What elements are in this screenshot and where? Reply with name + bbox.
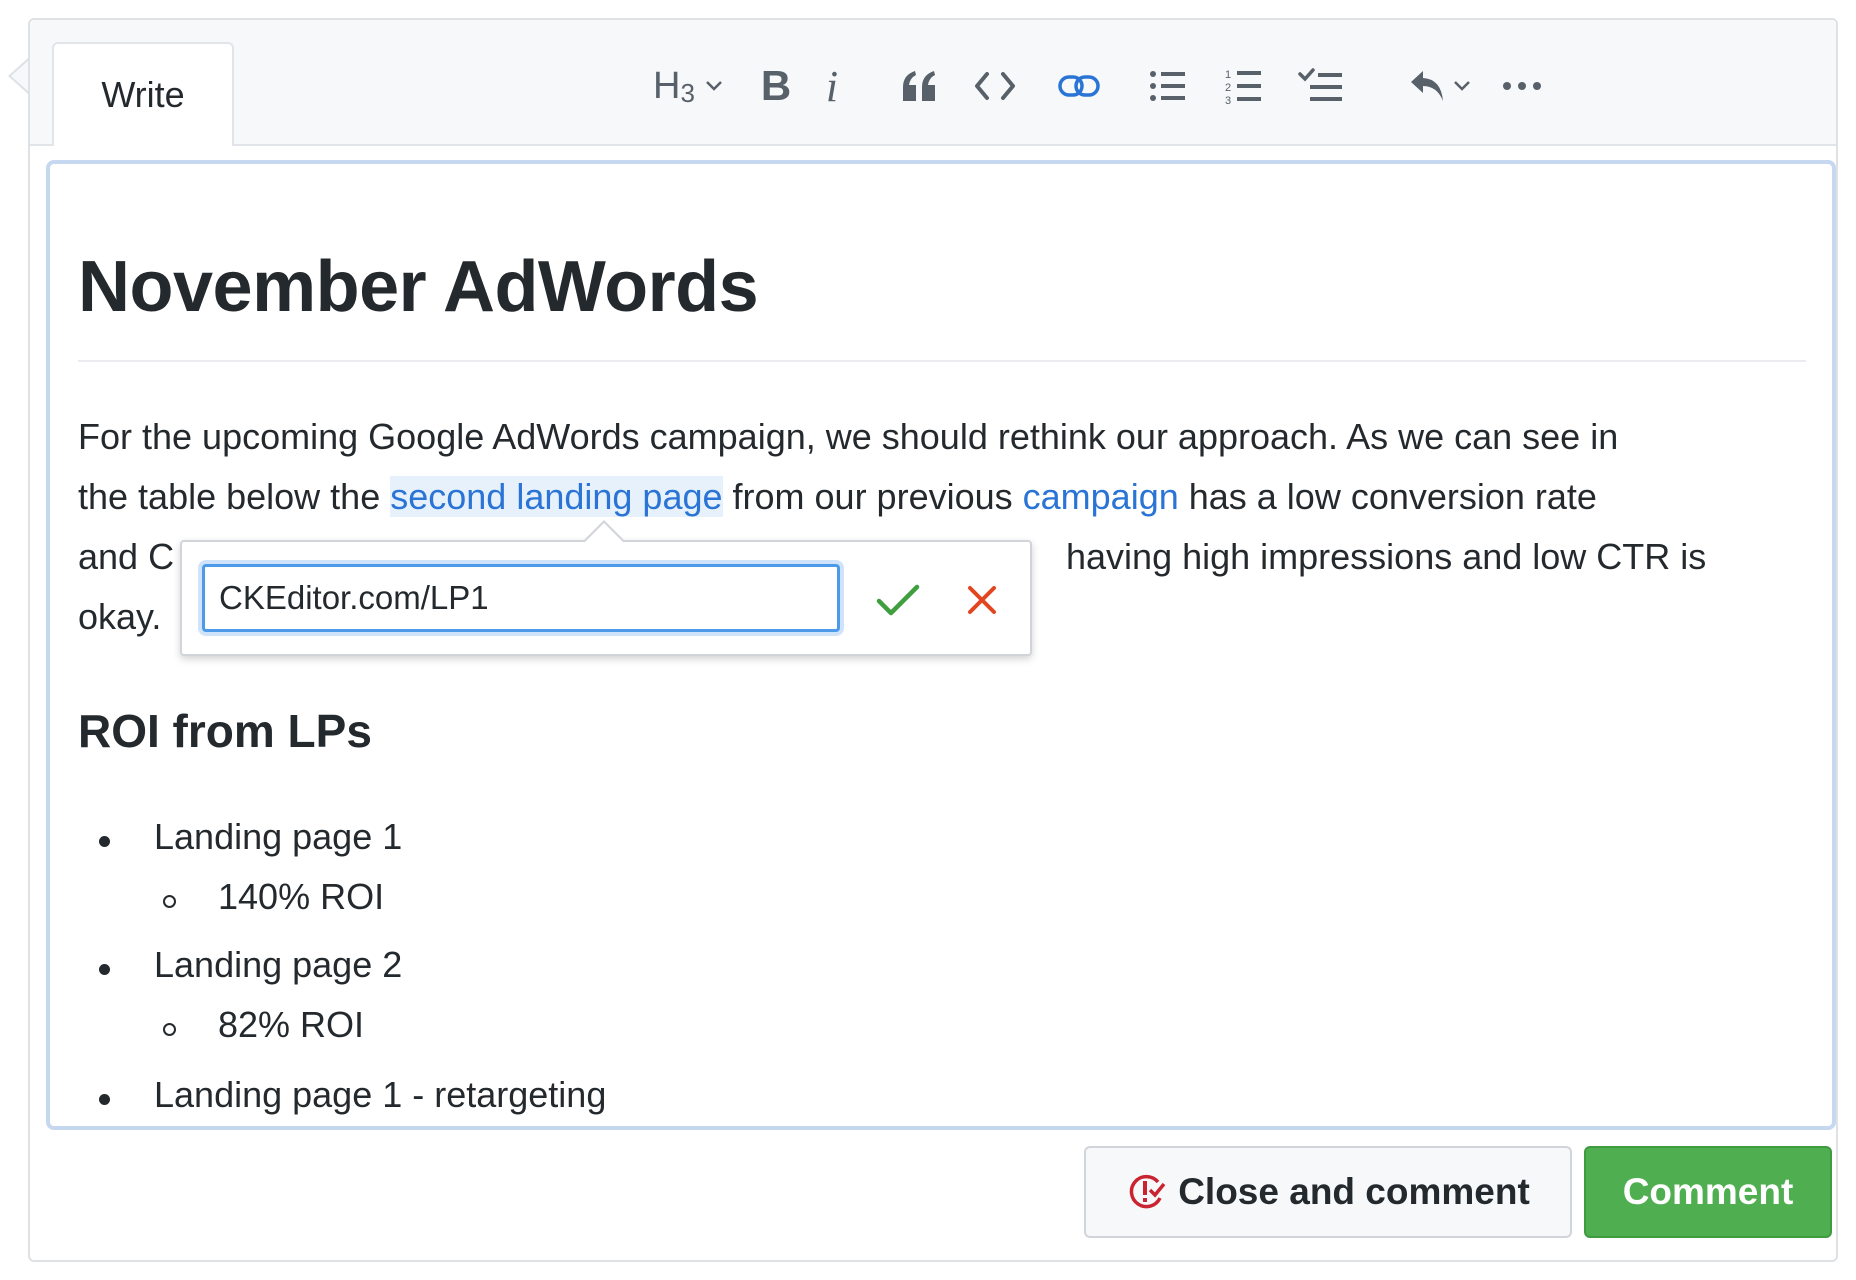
close-and-comment-button[interactable]: Close and comment xyxy=(1084,1146,1572,1238)
link-second-landing-page[interactable]: second landing page xyxy=(390,476,723,517)
comment-caret xyxy=(8,58,29,94)
blockquote-icon xyxy=(903,71,935,101)
paragraph-line[interactable]: the table below the second landing page … xyxy=(78,467,1798,527)
numbered-list-button[interactable]: 1 2 3 xyxy=(1224,60,1264,112)
todo-list-icon xyxy=(1298,68,1342,101)
undo-dropdown[interactable] xyxy=(1404,60,1476,112)
list-bullet xyxy=(99,836,110,847)
code-button[interactable] xyxy=(970,60,1020,112)
tab-write[interactable]: Write xyxy=(52,42,234,146)
link-campaign[interactable]: campaign xyxy=(1023,476,1179,517)
paragraph-text: the table below the xyxy=(78,476,391,517)
chevron-down-icon xyxy=(706,81,722,91)
list-bullet xyxy=(99,964,110,975)
link-balloon xyxy=(180,520,1032,656)
list-bullet xyxy=(99,1094,110,1105)
list-sub-item[interactable]: 140% ROI xyxy=(218,876,384,918)
title-divider xyxy=(78,360,1806,362)
section-heading[interactable]: ROI from LPs xyxy=(78,704,372,758)
more-icon xyxy=(1503,82,1541,90)
list-sub-item[interactable]: 82% ROI xyxy=(218,1004,364,1046)
link-button[interactable] xyxy=(1054,60,1104,112)
heading-level: 3 xyxy=(680,77,695,108)
bulleted-list-icon xyxy=(1150,71,1185,101)
paragraph-line[interactable]: For the upcoming Google AdWords campaign… xyxy=(78,407,1798,467)
todo-list-button[interactable] xyxy=(1298,60,1344,112)
comment-button[interactable]: Comment xyxy=(1584,1146,1832,1238)
chevron-down-icon xyxy=(1454,81,1470,91)
svg-text:3: 3 xyxy=(1225,95,1231,105)
close-and-comment-label: Close and comment xyxy=(1178,1171,1530,1212)
numbered-list-icon: 1 2 3 xyxy=(1225,69,1261,105)
list-item[interactable]: Landing page 1 xyxy=(154,816,402,858)
svg-text:1: 1 xyxy=(1225,69,1231,81)
issue-closed-icon xyxy=(1129,1174,1166,1209)
check-icon xyxy=(876,584,920,616)
comment-label: Comment xyxy=(1622,1171,1794,1212)
link-icon xyxy=(1058,75,1100,97)
list-item[interactable]: Landing page 1 - retargeting xyxy=(154,1074,606,1116)
code-icon xyxy=(975,72,1015,100)
more-button[interactable] xyxy=(1498,60,1546,112)
editor-header: Write H3 B i 1 2 3 xyxy=(30,20,1836,146)
italic-icon: i xyxy=(825,61,839,111)
svg-text:2: 2 xyxy=(1225,82,1231,94)
list-sub-bullet xyxy=(163,1023,176,1036)
balloon-arrow xyxy=(582,520,626,543)
document-title[interactable]: November AdWords xyxy=(78,246,759,328)
heading-dropdown[interactable]: H3 xyxy=(648,60,728,112)
undo-icon xyxy=(1411,71,1443,101)
save-link-button[interactable] xyxy=(874,576,922,624)
paragraph-text: from our previous xyxy=(722,476,1023,517)
blockquote-button[interactable] xyxy=(898,60,942,112)
heading-label: H xyxy=(653,64,681,107)
paragraph-text: has a low conversion rate xyxy=(1178,476,1597,517)
list-sub-bullet xyxy=(163,895,176,908)
bold-icon: B xyxy=(760,62,792,109)
paragraph-text: and C xyxy=(78,536,175,577)
cancel-link-button[interactable] xyxy=(958,576,1006,624)
bulleted-list-button[interactable] xyxy=(1148,60,1188,112)
paragraph-text: having high impressions and low CTR is xyxy=(1066,536,1707,577)
bold-button[interactable]: B xyxy=(754,60,798,112)
link-url-input[interactable] xyxy=(202,564,840,632)
list-item[interactable]: Landing page 2 xyxy=(154,944,402,986)
close-icon xyxy=(968,586,996,614)
italic-button[interactable]: i xyxy=(814,60,850,112)
